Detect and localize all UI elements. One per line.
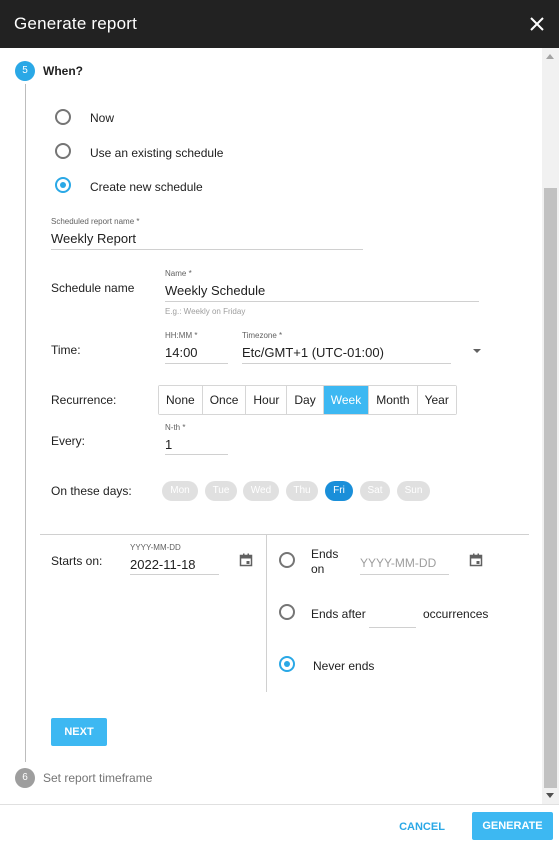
cancel-button[interactable]: CANCEL (396, 815, 448, 839)
report-name-input[interactable]: Weekly Report (51, 231, 136, 246)
schedule-name-underline (165, 301, 479, 302)
radio-ends-on[interactable] (279, 552, 295, 568)
starts-on-row-label: Starts on: (51, 554, 103, 568)
days-row-label: On these days: (51, 484, 132, 498)
recurrence-year-button[interactable]: Year (417, 386, 456, 414)
timezone-label: Timezone * (242, 331, 283, 340)
scroll-up-arrow-icon[interactable] (546, 54, 554, 59)
starts-on-input[interactable]: 2022-11-18 (130, 557, 196, 572)
recurrence-button-group: None Once Hour Day Week Month Year (158, 385, 457, 415)
step-5-title: When? (43, 64, 83, 78)
schedule-name-row-label: Schedule name (51, 281, 135, 295)
never-ends-label[interactable]: Never ends (313, 659, 374, 673)
time-hhmm-label: HH:MM * (165, 331, 198, 340)
calendar-icon[interactable] (239, 553, 253, 567)
ends-on-underline (360, 574, 449, 575)
recurrence-month-button[interactable]: Month (369, 386, 418, 414)
every-nth-input[interactable]: 1 (165, 437, 172, 452)
radio-existing-schedule-label[interactable]: Use an existing schedule (90, 146, 223, 160)
time-row-label: Time: (51, 343, 81, 357)
ends-on-date-input[interactable]: YYYY-MM-DD (360, 556, 436, 570)
recurrence-none-button[interactable]: None (159, 386, 203, 414)
report-name-label: Scheduled report name * (51, 217, 140, 226)
schedule-name-hint: E.g.: Weekly on Friday (165, 307, 246, 316)
recurrence-week-button[interactable]: Week (323, 386, 370, 414)
stepper-connector-line (25, 84, 26, 762)
ends-after-occurrences-input[interactable] (369, 627, 416, 628)
radio-ends-after[interactable] (279, 604, 295, 620)
radio-create-new-schedule[interactable] (55, 177, 71, 193)
starts-on-format-label: YYYY-MM-DD (130, 543, 181, 552)
radio-existing-schedule[interactable] (55, 143, 71, 159)
schedule-name-label: Name * (165, 269, 192, 278)
close-icon[interactable] (525, 12, 549, 36)
calendar-icon[interactable] (469, 553, 483, 567)
section-divider (40, 534, 529, 535)
ends-after-suffix: occurrences (423, 607, 489, 621)
ends-after-label[interactable]: Ends after (311, 607, 366, 621)
step-6-number: 6 (15, 768, 35, 788)
time-underline (165, 363, 228, 364)
radio-now[interactable] (55, 109, 71, 125)
scrollbar-thumb[interactable] (544, 188, 557, 788)
day-chip-mon[interactable]: Mon (162, 481, 198, 501)
starts-on-underline (130, 574, 219, 575)
step-5-number: 5 (15, 61, 35, 81)
scroll-down-arrow-icon[interactable] (546, 793, 554, 798)
radio-now-label[interactable]: Now (90, 111, 114, 125)
every-nth-label: N-th * (165, 423, 186, 432)
day-chip-sat[interactable]: Sat (360, 481, 390, 501)
ends-on-label-line2[interactable]: on (311, 562, 324, 576)
every-row-label: Every: (51, 434, 86, 448)
radio-never-ends[interactable] (279, 656, 295, 672)
recurrence-day-button[interactable]: Day (287, 386, 324, 414)
day-chip-tue[interactable]: Tue (205, 481, 237, 501)
column-divider (266, 535, 267, 692)
day-chip-fri[interactable]: Fri (325, 481, 353, 501)
recurrence-once-button[interactable]: Once (202, 386, 247, 414)
generate-button[interactable]: GENERATE (472, 812, 553, 840)
dialog-title-bar: Generate report (0, 0, 559, 48)
every-nth-underline (165, 454, 228, 455)
step-6-title[interactable]: Set report timeframe (43, 771, 152, 785)
day-chip-wed[interactable]: Wed (243, 481, 279, 501)
radio-create-new-schedule-label[interactable]: Create new schedule (90, 180, 203, 194)
vertical-scrollbar[interactable] (542, 48, 559, 804)
dialog-title: Generate report (14, 14, 138, 33)
time-input[interactable]: 14:00 (165, 345, 198, 360)
timezone-underline (242, 363, 451, 364)
schedule-name-input[interactable]: Weekly Schedule (165, 283, 265, 298)
recurrence-row-label: Recurrence: (51, 393, 117, 407)
chevron-down-icon[interactable] (473, 349, 481, 353)
ends-on-label-line1[interactable]: Ends (311, 547, 338, 561)
next-button[interactable]: NEXT (51, 718, 107, 746)
recurrence-hour-button[interactable]: Hour (246, 386, 288, 414)
report-name-underline (51, 249, 363, 250)
day-chip-sun[interactable]: Sun (397, 481, 430, 501)
timezone-select[interactable]: Etc/GMT+1 (UTC-01:00) (242, 345, 384, 360)
day-chip-thu[interactable]: Thu (286, 481, 318, 501)
